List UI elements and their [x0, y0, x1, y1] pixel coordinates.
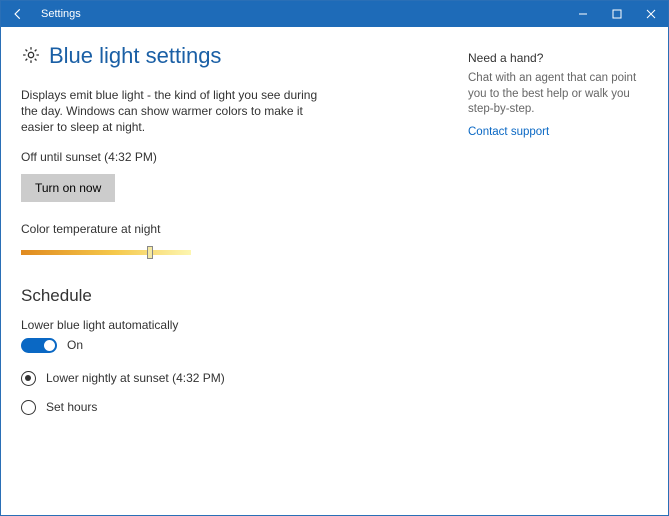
description-text: Displays emit blue light - the kind of l…	[21, 87, 321, 136]
maximize-icon	[612, 9, 622, 19]
back-button[interactable]	[1, 1, 35, 27]
slider-thumb[interactable]	[147, 246, 153, 259]
contact-support-link[interactable]: Contact support	[468, 126, 648, 138]
radio-label: Lower nightly at sunset (4:32 PM)	[46, 371, 225, 385]
color-temp-slider[interactable]	[21, 244, 191, 260]
color-temp-label: Color temperature at night	[21, 222, 428, 236]
minimize-icon	[578, 9, 588, 19]
radio-option-sunset[interactable]: Lower nightly at sunset (4:32 PM)	[21, 371, 428, 386]
status-text: Off until sunset (4:32 PM)	[21, 150, 428, 164]
arrow-left-icon	[11, 7, 25, 21]
schedule-heading: Schedule	[21, 286, 428, 306]
close-icon	[646, 9, 656, 19]
window-title: Settings	[41, 8, 81, 20]
radio-icon	[21, 371, 36, 386]
gear-icon	[21, 45, 41, 68]
auto-lower-toggle[interactable]	[21, 338, 57, 353]
close-button[interactable]	[634, 1, 668, 27]
help-text: Chat with an agent that can point you to…	[468, 71, 648, 118]
toggle-state-label: On	[67, 338, 83, 352]
help-panel: Need a hand? Chat with an agent that can…	[468, 43, 648, 429]
maximize-button[interactable]	[600, 1, 634, 27]
turn-on-now-button[interactable]: Turn on now	[21, 174, 115, 202]
radio-icon	[21, 400, 36, 415]
auto-lower-label: Lower blue light automatically	[21, 318, 428, 332]
toggle-knob	[44, 340, 55, 351]
help-heading: Need a hand?	[468, 51, 648, 65]
radio-label: Set hours	[46, 400, 97, 414]
minimize-button[interactable]	[566, 1, 600, 27]
radio-option-set-hours[interactable]: Set hours	[21, 400, 428, 415]
slider-track	[21, 250, 191, 255]
page-title: Blue light settings	[49, 43, 221, 69]
main-panel: Blue light settings Displays emit blue l…	[21, 43, 428, 429]
titlebar: Settings	[1, 1, 668, 27]
